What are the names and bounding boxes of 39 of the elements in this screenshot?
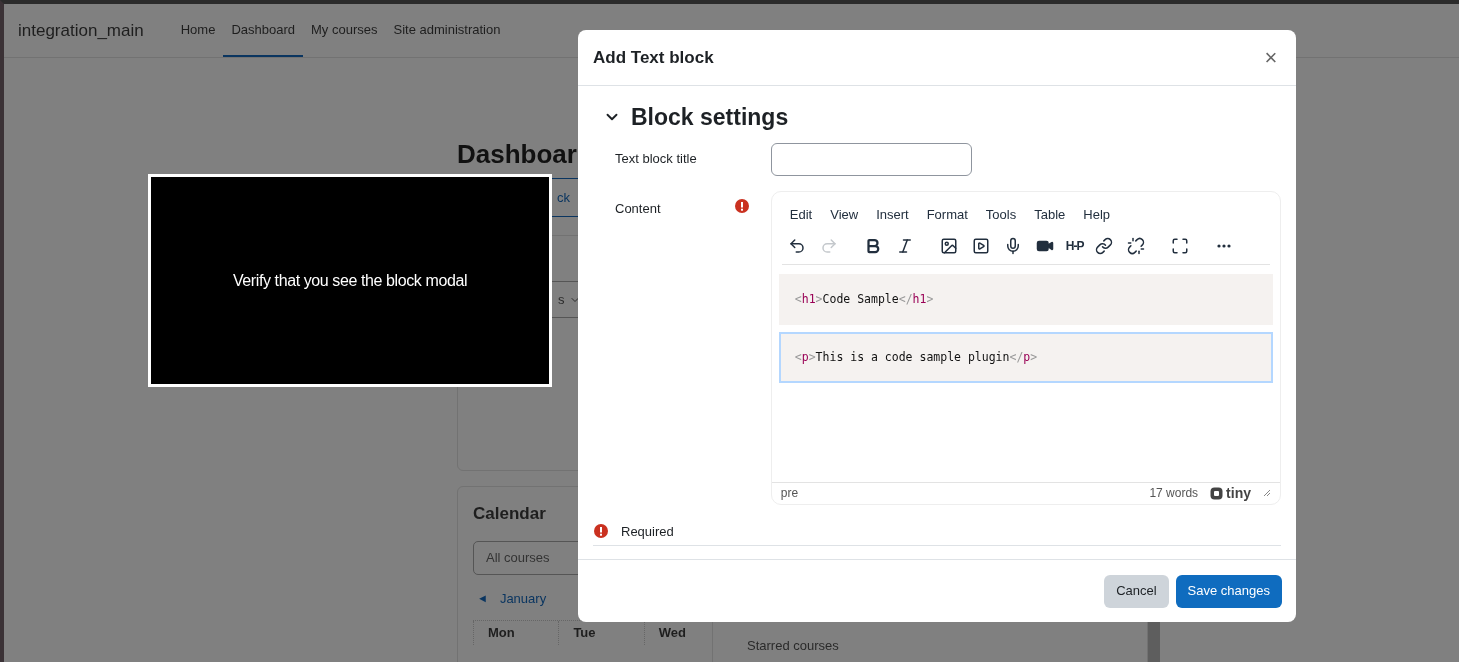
field-label: Text block title: [615, 150, 698, 169]
cancel-button[interactable]: Cancel: [1104, 574, 1169, 608]
modal-title: Add Text block: [593, 46, 714, 69]
card-title: Calendar: [473, 503, 547, 525]
resize-handle-icon[interactable]: [1263, 489, 1271, 497]
required-note: Required: [621, 522, 674, 541]
save-button[interactable]: Save changes: [1175, 574, 1282, 608]
menu-item[interactable]: Table: [1026, 204, 1074, 224]
menu-item[interactable]: Tools: [977, 204, 1025, 224]
tiny-logo-icon: [1210, 486, 1224, 500]
nav-link[interactable]: Home: [172, 4, 224, 57]
nav-link[interactable]: My courses: [303, 4, 386, 57]
element-path[interactable]: pre: [780, 484, 1138, 502]
overlay-message: Verify that you see the block modal: [232, 270, 468, 291]
code-block[interactable]: <p>This is a code sample plugin</p>: [778, 332, 1273, 383]
menu-item[interactable]: Edit: [781, 204, 821, 224]
nav-link[interactable]: Dashboard: [223, 4, 303, 57]
drawer-item[interactable]: Starred courses: [728, 629, 1131, 662]
column-header: Mon: [473, 621, 559, 645]
error-icon: [594, 524, 608, 539]
code-line: <h1>Code Sample</h1>: [794, 290, 934, 308]
tiny-brand: tiny: [1226, 483, 1251, 503]
word-count[interactable]: 17 words: [1149, 484, 1199, 502]
field-label: Content: [615, 199, 661, 218]
menu-item[interactable]: View: [822, 204, 867, 224]
page-heading: Dashboar: [457, 138, 577, 170]
menu-item[interactable]: Format: [918, 204, 976, 224]
code-block[interactable]: <h1>Code Sample</h1>: [778, 274, 1273, 325]
menu-item[interactable]: Insert: [868, 204, 917, 224]
section-title: Block settings: [631, 103, 789, 132]
select-value: s: [558, 290, 565, 309]
nav-link[interactable]: Site administration: [385, 4, 509, 57]
site-name[interactable]: integration_main: [18, 17, 144, 44]
tiny-logo[interactable]: tiny: [1210, 482, 1251, 504]
h5p-button[interactable]: H-P: [1061, 232, 1088, 260]
close-button[interactable]: ×: [1261, 46, 1281, 69]
title-input[interactable]: [771, 142, 972, 176]
code-line: <p>This is a code sample plugin</p>: [794, 348, 1038, 366]
menu-item[interactable]: Help: [1075, 204, 1119, 224]
